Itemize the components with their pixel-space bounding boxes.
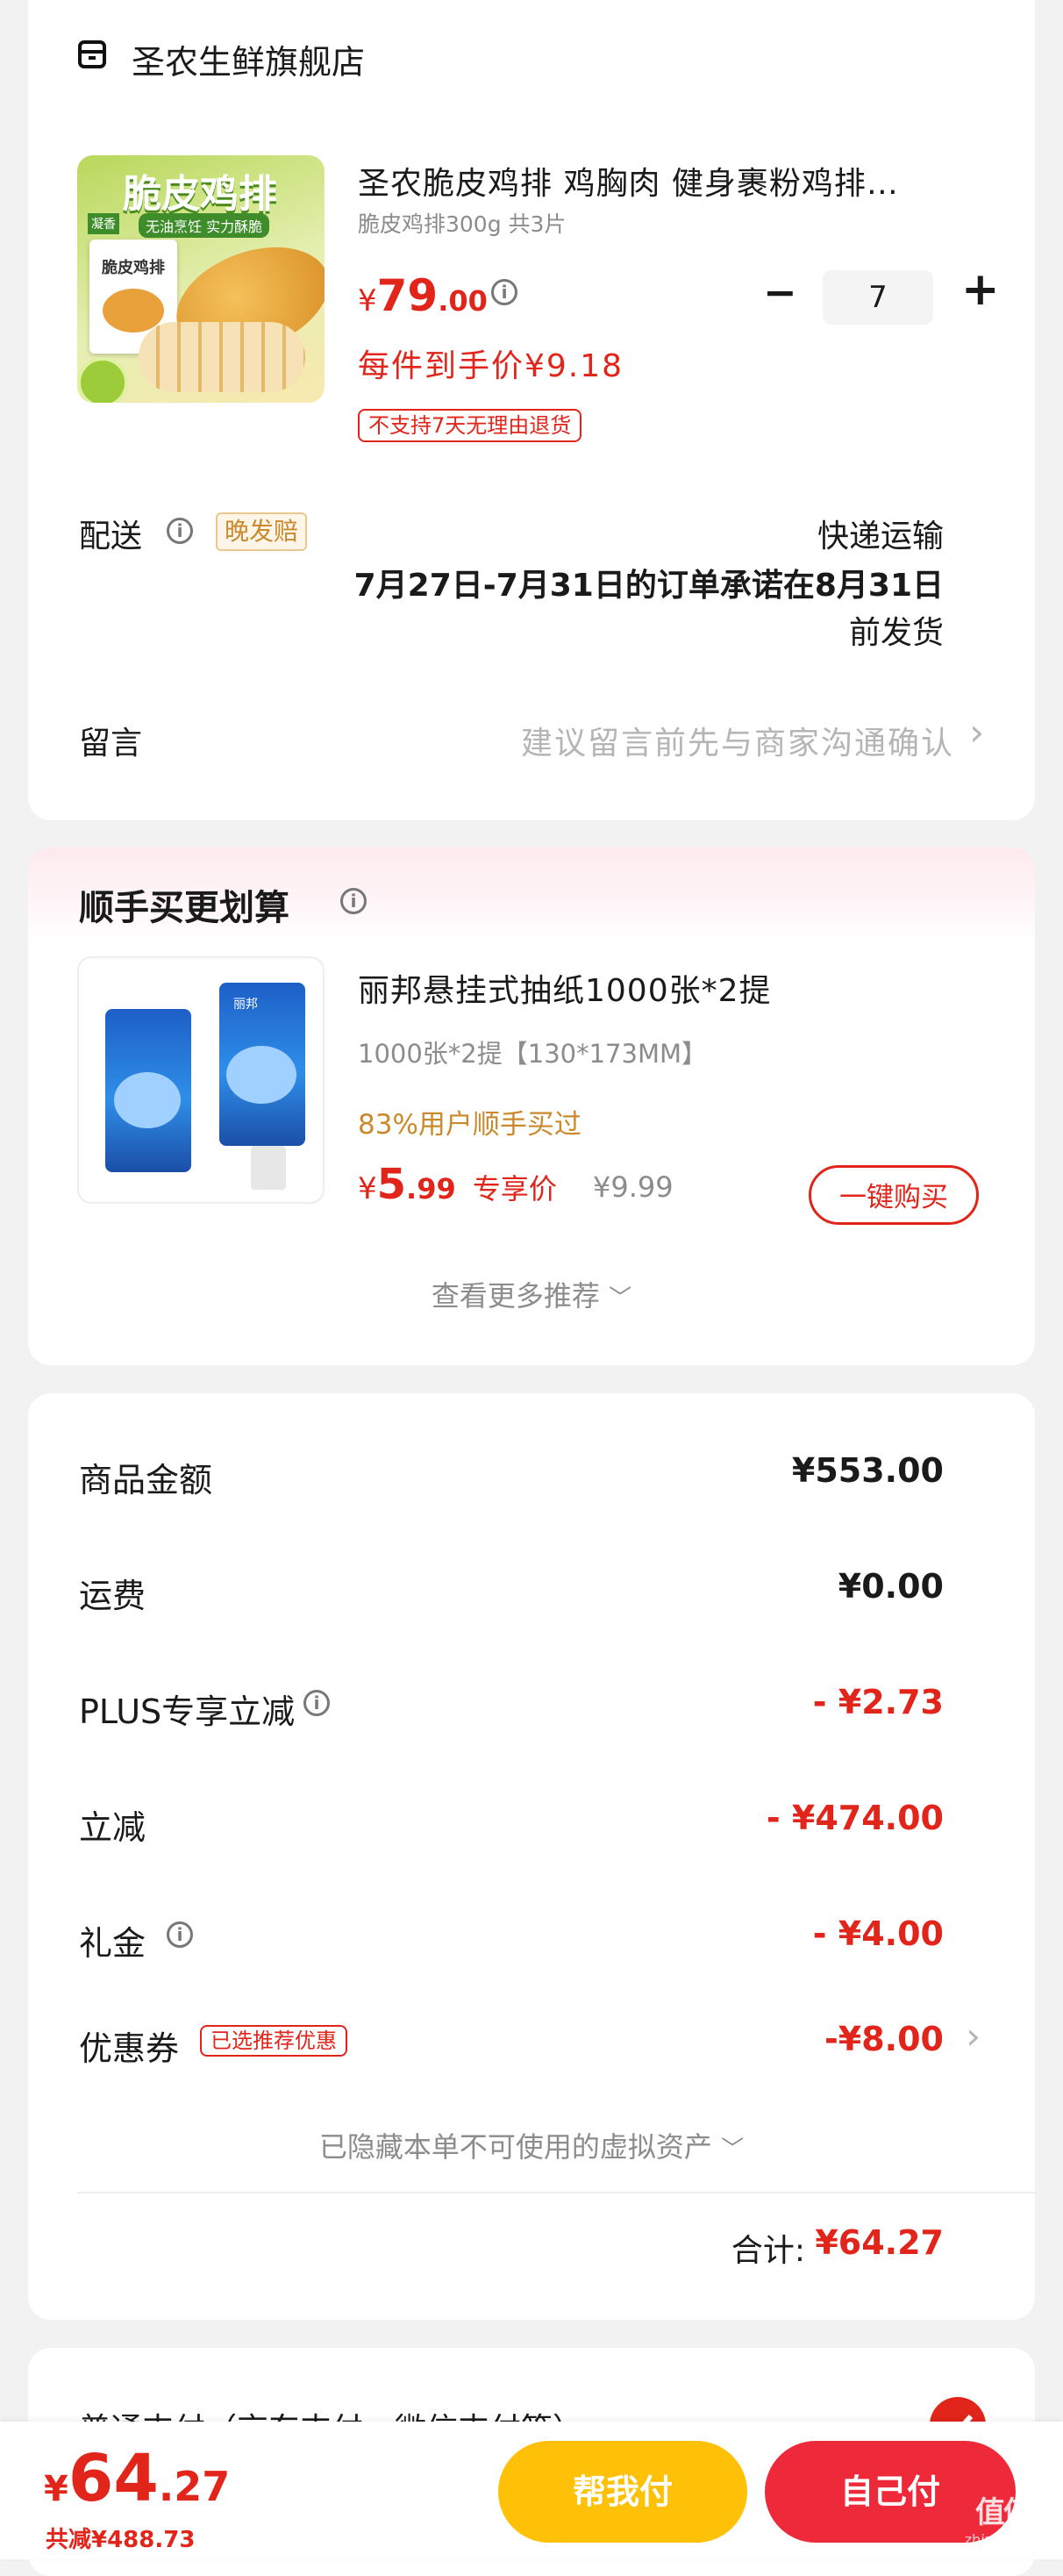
recommend-info-icon[interactable]: i (340, 888, 367, 914)
recommend-social-proof: 83%用户顺手买过 (358, 1109, 581, 1141)
goods-amount-value: ¥553.00 (791, 1451, 944, 1490)
summary-card: 商品金额 ¥553.00 运费 ¥0.00 PLUS专享立减 i - ¥2.73… (28, 1393, 1035, 2320)
coupon-label[interactable]: 优惠券 (79, 2021, 179, 2070)
summary-divider (77, 2192, 1035, 2193)
image-cutlet-slice (139, 322, 305, 392)
shipping-label: 运费 (79, 1577, 146, 1615)
coupon-recommend-tag: 已选推荐优惠 (200, 2025, 347, 2057)
shipping-value: ¥0.00 (838, 1567, 944, 1606)
gift-money-value: - ¥4.00 (812, 1914, 944, 1953)
image-pack-text: 脆皮鸡排 (102, 259, 165, 277)
watermark-subtext: zhizhizhi.com (964, 2531, 1059, 2548)
hidden-assets-toggle[interactable]: 已隐藏本单不可使用的虚拟资产 ﹀ (28, 2125, 1035, 2165)
shop-name[interactable]: 圣农生鲜旗舰店 (132, 35, 365, 83)
instant-discount-value: - ¥474.00 (766, 1799, 944, 1837)
delivery-promise-line2: 前发货 (848, 615, 944, 651)
product-title[interactable]: 圣农脆皮鸡排 鸡胸肉 健身裹粉鸡排… (358, 158, 899, 204)
gift-info-icon[interactable]: i (167, 1921, 193, 1948)
image-badge-text: 凝香 (88, 213, 119, 234)
bottom-total-price: ¥64.27 (44, 2441, 231, 2516)
message-label: 留言 (79, 726, 143, 762)
message-input[interactable]: 建议留言前先与商家沟通确认 (521, 718, 954, 763)
total-value: ¥64.27 (815, 2223, 944, 2262)
bottom-bar: ¥64.27 共减¥488.73 帮我付 自己付 值值值 zhizhizhi.c… (0, 2422, 1063, 2559)
plus-info-icon[interactable]: i (303, 1690, 330, 1716)
image-subtitle-text: 无油烹饪 实力酥脆 (139, 213, 270, 238)
shop-card: 圣农生鲜旗舰店 脆皮鸡排 无油烹饪 实力酥脆 凝香 脆皮鸡排 圣农脆皮鸡排 鸡胸… (28, 0, 1035, 820)
delivery-method[interactable]: 快递运输 (817, 511, 944, 556)
plus-discount-value: - ¥2.73 (812, 1683, 944, 1721)
late-compensation-tag: 晚发赔 (216, 512, 308, 551)
help-pay-button[interactable]: 帮我付 (498, 2441, 747, 2543)
chicken-cutlet-package-image[interactable]: 脆皮鸡排 无油烹饪 实力酥脆 凝香 脆皮鸡排 (77, 155, 325, 403)
chevron-down-icon: ﹀ (721, 2136, 745, 2163)
recommend-item-spec: 1000张*2提【130*173MM】 (358, 1039, 707, 1069)
bottom-saved-amount: 共减¥488.73 (46, 2527, 196, 2553)
watermark-text: 值值值 (975, 2495, 1061, 2530)
quantity-plus-button[interactable]: + (961, 263, 1000, 316)
coupon-value[interactable]: -¥8.00 (824, 2020, 944, 2058)
delivery-promise-line1: 7月27日-7月31日的订单承诺在8月31日 (353, 568, 944, 604)
delivery-label: 配送 (79, 519, 143, 555)
recommend-item-title[interactable]: 丽邦悬挂式抽纸1000张*2提 (358, 965, 772, 1011)
unit-price: 每件到手价¥9.18 (358, 348, 624, 384)
image-lime (77, 357, 128, 403)
watermark-logo: 值值值 zhizhizhi.com (928, 2488, 1061, 2548)
delivery-info-icon[interactable]: i (167, 518, 193, 544)
tissue-brand-text: 丽邦 (233, 998, 258, 1012)
price-info-icon[interactable]: i (491, 279, 517, 305)
recommend-original-price: ¥9.99 (593, 1170, 674, 1204)
recommend-card: 顺手买更划算 i 丽邦 丽邦悬挂式抽纸1000张*2提 1000张*2提【130… (28, 848, 1035, 1365)
gift-money-label: 礼金 (79, 1924, 146, 1963)
return-notice-badge: 不支持7天无理由退货 (358, 409, 582, 442)
total-label: 合计: (731, 2233, 805, 2269)
hidden-assets-label: 已隐藏本单不可使用的虚拟资产 (318, 2130, 712, 2164)
message-chevron-icon: › (969, 711, 984, 754)
view-more-recommend[interactable]: 查看更多推荐 ﹀ (28, 1274, 1035, 1314)
plus-discount-label: PLUS专享立减 (79, 1692, 296, 1731)
image-title-text: 脆皮鸡排 (123, 172, 277, 217)
instant-discount-label: 立减 (79, 1808, 146, 1847)
goods-amount-label: 商品金额 (79, 1461, 213, 1499)
quantity-value[interactable]: 7 (823, 270, 933, 325)
one-click-buy-button[interactable]: 一键购买 (809, 1165, 979, 1225)
recommend-title: 顺手买更划算 (79, 888, 289, 928)
product-spec: 脆皮鸡排300g 共3片 (358, 211, 567, 237)
view-more-label: 查看更多推荐 (431, 1279, 600, 1313)
chevron-down-icon: ﹀ (609, 1285, 632, 1312)
store-icon (77, 39, 107, 69)
product-price: ¥79.00 (358, 270, 488, 321)
recommend-price: ¥5.99 专享价 (358, 1160, 557, 1209)
coupon-chevron-icon[interactable]: › (966, 2014, 981, 2057)
tissue-package-image[interactable]: 丽邦 (77, 956, 325, 1204)
quantity-minus-button[interactable]: − (763, 268, 797, 316)
